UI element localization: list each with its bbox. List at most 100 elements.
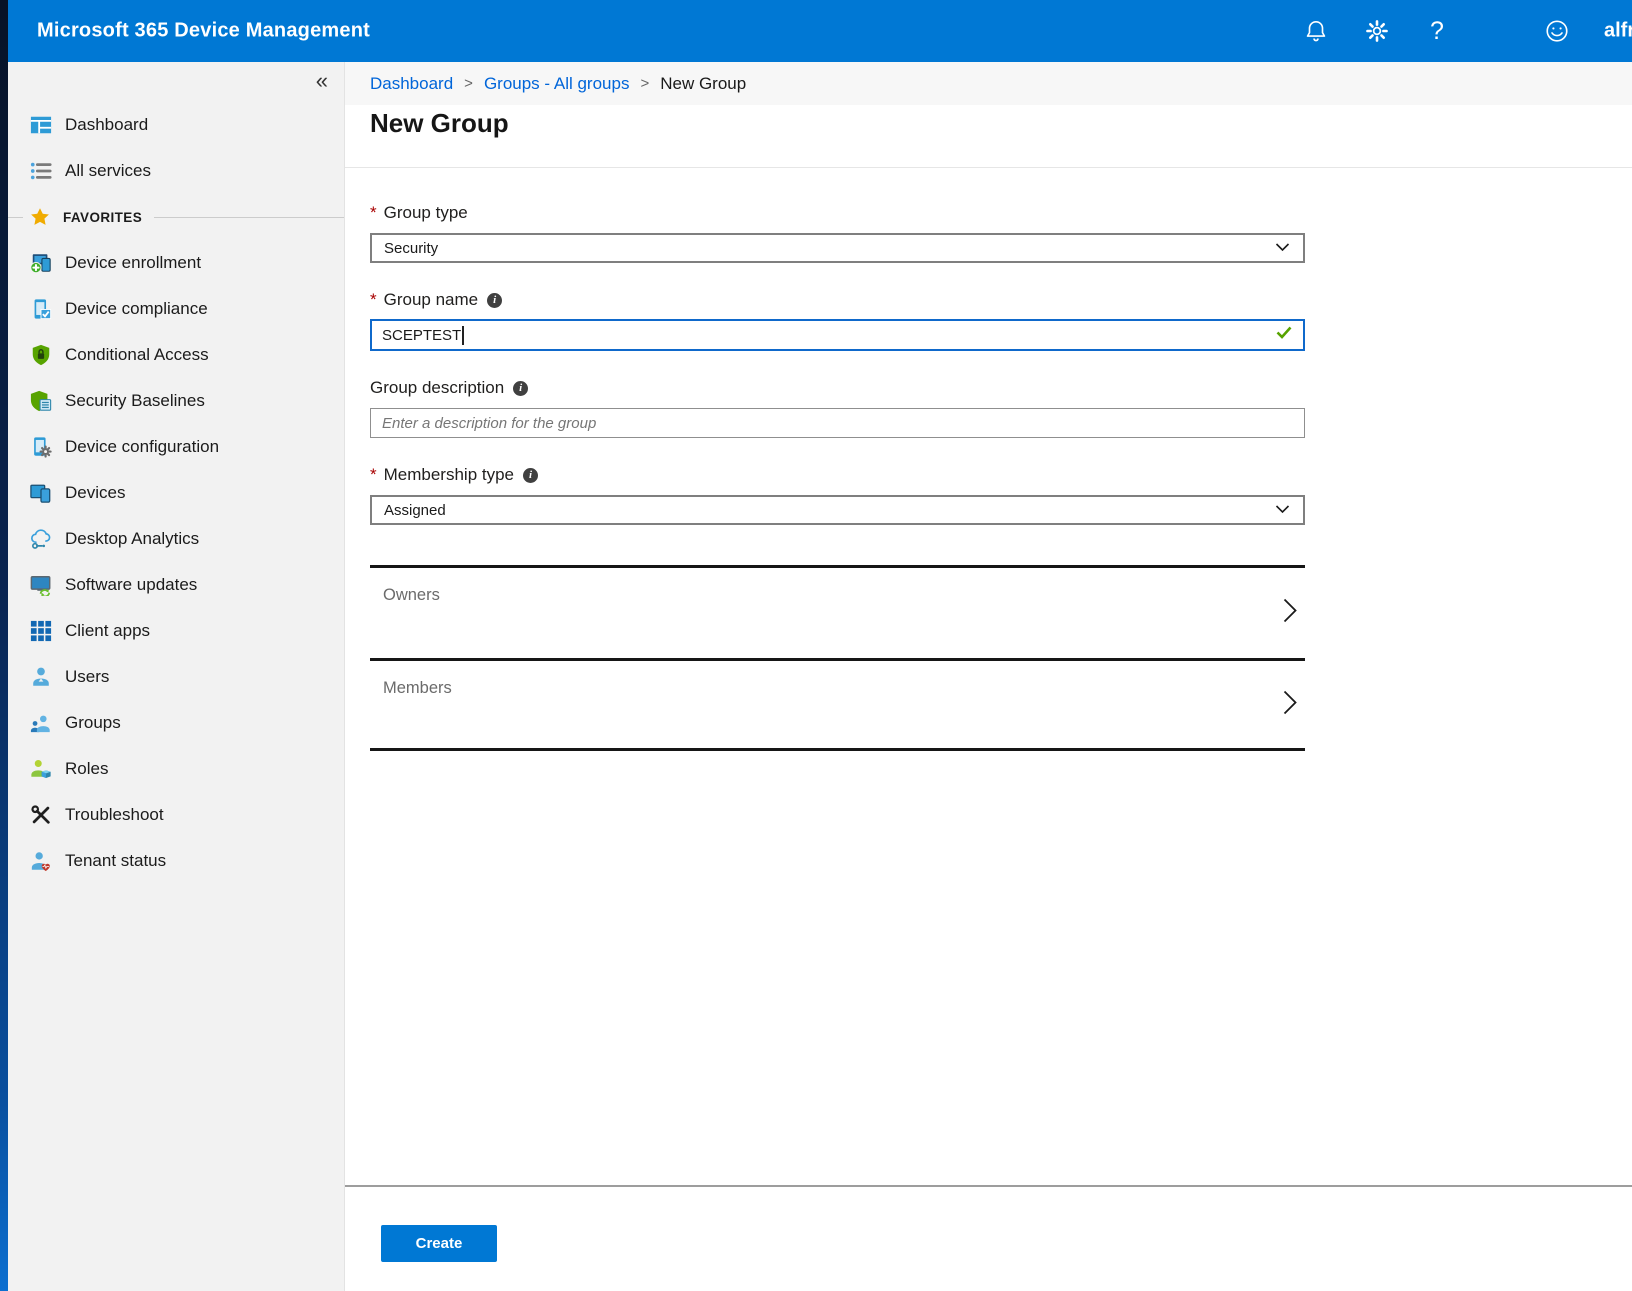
membership-type-value: Assigned [384,502,446,519]
conditional-access-icon [30,344,52,366]
sidebar-item-device-enrollment[interactable]: Device enrollment [8,240,344,286]
device-compliance-icon [30,298,52,320]
new-group-form: * Group type Security * Group name i SCE… [370,202,1305,751]
members-label: Members [383,679,452,698]
membership-type-label: * Membership type i [370,464,1305,486]
group-description-label: Group description i [370,377,1305,399]
sidebar-item-users[interactable]: Users [8,654,344,700]
azure-nav-strip [0,0,8,1291]
devices-icon [30,482,52,504]
desktop-analytics-icon [30,528,52,550]
valid-check-icon [1276,326,1292,344]
sidebar-item-device-configuration[interactable]: Device configuration [8,424,344,470]
sidebar-item-label: Client apps [65,621,150,641]
label-text: Group description [370,378,504,398]
main-content: Dashboard > Groups - All groups > New Gr… [345,62,1632,1291]
info-icon[interactable]: i [513,381,528,396]
info-icon[interactable]: i [487,293,502,308]
sidebar-item-desktop-analytics[interactable]: Desktop Analytics [8,516,344,562]
divider [154,217,344,218]
sidebar-item-dashboard[interactable]: Dashboard [8,102,344,148]
breadcrumb-current: New Group [660,74,746,94]
sidebar-item-label: Device compliance [65,299,208,319]
tenant-status-icon [30,850,52,872]
group-type-label: * Group type [370,202,1305,224]
info-icon[interactable]: i [523,468,538,483]
roles-icon [30,758,52,780]
groups-icon [30,712,52,734]
software-updates-icon [30,574,52,596]
page-title: New Group [370,108,509,139]
sidebar-item-label: Troubleshoot [65,805,164,825]
users-icon [30,666,52,688]
group-type-select[interactable]: Security [370,233,1305,263]
label-text: Membership type [384,465,514,485]
divider [345,1185,1632,1187]
members-row[interactable]: Members [370,658,1305,751]
sidebar-item-security-baselines[interactable]: Security Baselines [8,378,344,424]
app-title: Microsoft 365 Device Management [37,20,370,43]
group-name-input[interactable]: SCEPTEST [370,319,1305,351]
divider [8,217,23,218]
breadcrumb-separator: > [464,75,473,92]
chevron-down-icon [1275,239,1290,257]
sidebar-item-conditional-access[interactable]: Conditional Access [8,332,344,378]
troubleshoot-icon [30,804,52,826]
sidebar-item-client-apps[interactable]: Client apps [8,608,344,654]
sidebar-item-label: Roles [65,759,108,779]
label-text: Group name [384,290,479,310]
star-icon [30,207,50,227]
label-text: Group type [384,203,468,223]
chevron-right-icon [1282,689,1299,721]
sidebar-item-roles[interactable]: Roles [8,746,344,792]
gear-icon[interactable] [1364,18,1390,44]
sidebar-item-software-updates[interactable]: Software updates [8,562,344,608]
create-button[interactable]: Create [381,1225,497,1262]
group-description-input[interactable] [370,408,1305,438]
bell-icon[interactable] [1303,18,1329,44]
group-name-label: * Group name i [370,289,1305,311]
group-name-value: SCEPTEST [382,327,461,344]
chevron-right-icon [1282,597,1299,629]
breadcrumb-groups-all-groups[interactable]: Groups - All groups [484,74,630,94]
favorites-header: FAVORITES [8,194,344,240]
account-name[interactable]: alfr [1604,20,1632,43]
device-enrollment-icon [30,252,52,274]
text-cursor [462,326,464,345]
chevron-down-icon [1275,501,1290,519]
sidebar-item-device-compliance[interactable]: Device compliance [8,286,344,332]
smiley-icon[interactable] [1544,18,1570,44]
sidebar-item-groups[interactable]: Groups [8,700,344,746]
sidebar-item-all-services[interactable]: All services [8,148,344,194]
sidebar-item-devices[interactable]: Devices [8,470,344,516]
device-configuration-icon [30,436,52,458]
sidebar-item-label: Groups [65,713,121,733]
sidebar-item-troubleshoot[interactable]: Troubleshoot [8,792,344,838]
membership-type-select[interactable]: Assigned [370,495,1305,525]
breadcrumb-dashboard[interactable]: Dashboard [370,74,453,94]
sidebar-item-label: Desktop Analytics [65,529,199,549]
breadcrumb-separator: > [640,75,649,92]
divider [345,167,1632,168]
sidebar-item-label: Devices [65,483,125,503]
sidebar-item-label: Device configuration [65,437,219,457]
sidebar-item-label: Tenant status [65,851,166,871]
required-asterisk: * [370,290,377,310]
sidebar: « Dashboard All services FAVORITES [8,62,345,1291]
security-baselines-icon [30,390,52,412]
required-asterisk: * [370,465,377,485]
sidebar-item-label: Software updates [65,575,197,595]
breadcrumb: Dashboard > Groups - All groups > New Gr… [345,62,1632,105]
owners-row[interactable]: Owners [370,565,1305,658]
required-asterisk: * [370,203,377,223]
sidebar-item-tenant-status[interactable]: Tenant status [8,838,344,884]
favorites-label: FAVORITES [63,210,142,225]
sidebar-item-label: Users [65,667,109,687]
sidebar-item-label: Dashboard [65,115,148,135]
collapse-sidebar-icon[interactable]: « [316,68,328,94]
sidebar-item-label: Conditional Access [65,345,209,365]
sidebar-nav: Dashboard All services FAVORITES [8,62,344,884]
sidebar-item-label: Security Baselines [65,391,205,411]
client-apps-icon [30,620,52,642]
help-icon[interactable]: ? [1424,18,1450,44]
